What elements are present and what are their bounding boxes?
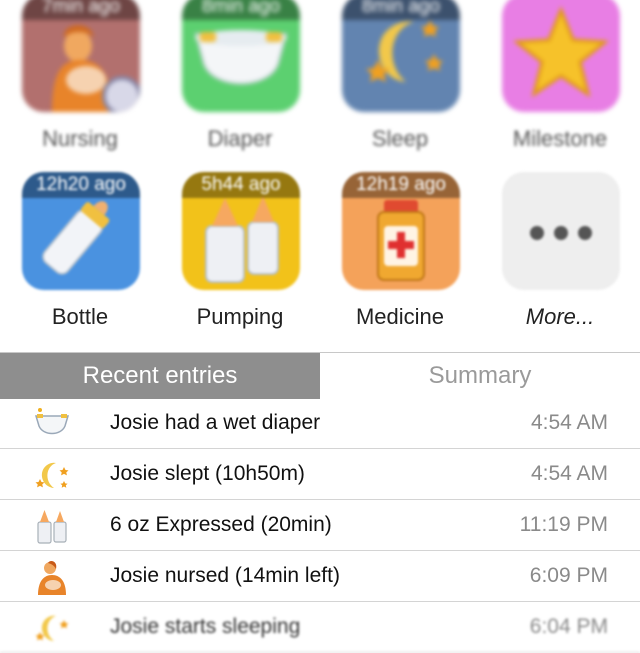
entry-time: 6:04 PM bbox=[529, 615, 608, 638]
entry-text: Josie slept (10h50m) bbox=[110, 462, 305, 485]
entry-text: 6 oz Expressed (20min) bbox=[110, 513, 332, 536]
entry-time: 4:54 AM bbox=[530, 462, 608, 485]
nursing-icon bbox=[38, 561, 66, 595]
entry-time: 11:19 PM bbox=[519, 513, 608, 536]
tile-pumping-label: Pumping bbox=[196, 304, 284, 329]
entry-time: 4:54 AM bbox=[530, 411, 608, 434]
pumping-bottles-icon: 5h44 ago bbox=[182, 172, 300, 290]
recent-entries-list: Josie had a wet diaper 4:54 AM Josie sle… bbox=[0, 398, 640, 653]
entry-text: Josie nursed (14min left) bbox=[110, 564, 340, 587]
entry-text: Josie had a wet diaper bbox=[110, 411, 321, 434]
tile-medicine[interactable]: 12h19 ago Medicine bbox=[320, 0, 480, 329]
entry-time: 6:09 PM bbox=[529, 564, 608, 587]
tile-more[interactable]: More... bbox=[480, 0, 640, 329]
ellipsis-icon bbox=[502, 172, 620, 290]
tile-medicine-ago: 12h19 ago bbox=[342, 172, 460, 198]
entries-segmented-control: Recent entries Summary bbox=[0, 352, 640, 399]
tab-summary[interactable]: Summary bbox=[320, 353, 640, 399]
sleep-moon-icon bbox=[35, 462, 69, 488]
tile-more-label: More... bbox=[525, 304, 595, 329]
list-item[interactable]: Josie starts sleeping 6:04 PM bbox=[0, 602, 640, 653]
tile-pumping[interactable]: 5h44 ago Pumping bbox=[160, 0, 320, 329]
list-item[interactable]: 6 oz Expressed (20min) 11:19 PM bbox=[0, 500, 640, 551]
bottle-icon: 12h20 ago bbox=[22, 172, 140, 290]
tile-medicine-label: Medicine bbox=[355, 304, 445, 329]
entry-text: Josie starts sleeping bbox=[110, 615, 301, 638]
list-item[interactable]: Josie slept (10h50m) 4:54 AM bbox=[0, 449, 640, 500]
tab-recent-entries[interactable]: Recent entries bbox=[0, 353, 320, 399]
list-item[interactable]: Josie had a wet diaper 4:54 AM bbox=[0, 398, 640, 449]
medicine-icon: 12h19 ago bbox=[342, 172, 460, 290]
diaper-icon bbox=[34, 408, 70, 435]
tile-bottle-label: Bottle bbox=[51, 304, 109, 329]
tile-bottle-ago: 12h20 ago bbox=[22, 172, 140, 198]
list-item[interactable]: Josie nursed (14min left) 6:09 PM bbox=[0, 551, 640, 602]
tile-pumping-ago: 5h44 ago bbox=[182, 172, 300, 198]
sleep-moon-icon bbox=[35, 615, 69, 641]
tile-bottle[interactable]: 12h20 ago Bottle bbox=[0, 0, 160, 329]
activity-grid: 7min ago Nursing 8min ago Diaper 8min ag… bbox=[0, 0, 640, 352]
pumping-bottles-icon bbox=[37, 510, 67, 544]
